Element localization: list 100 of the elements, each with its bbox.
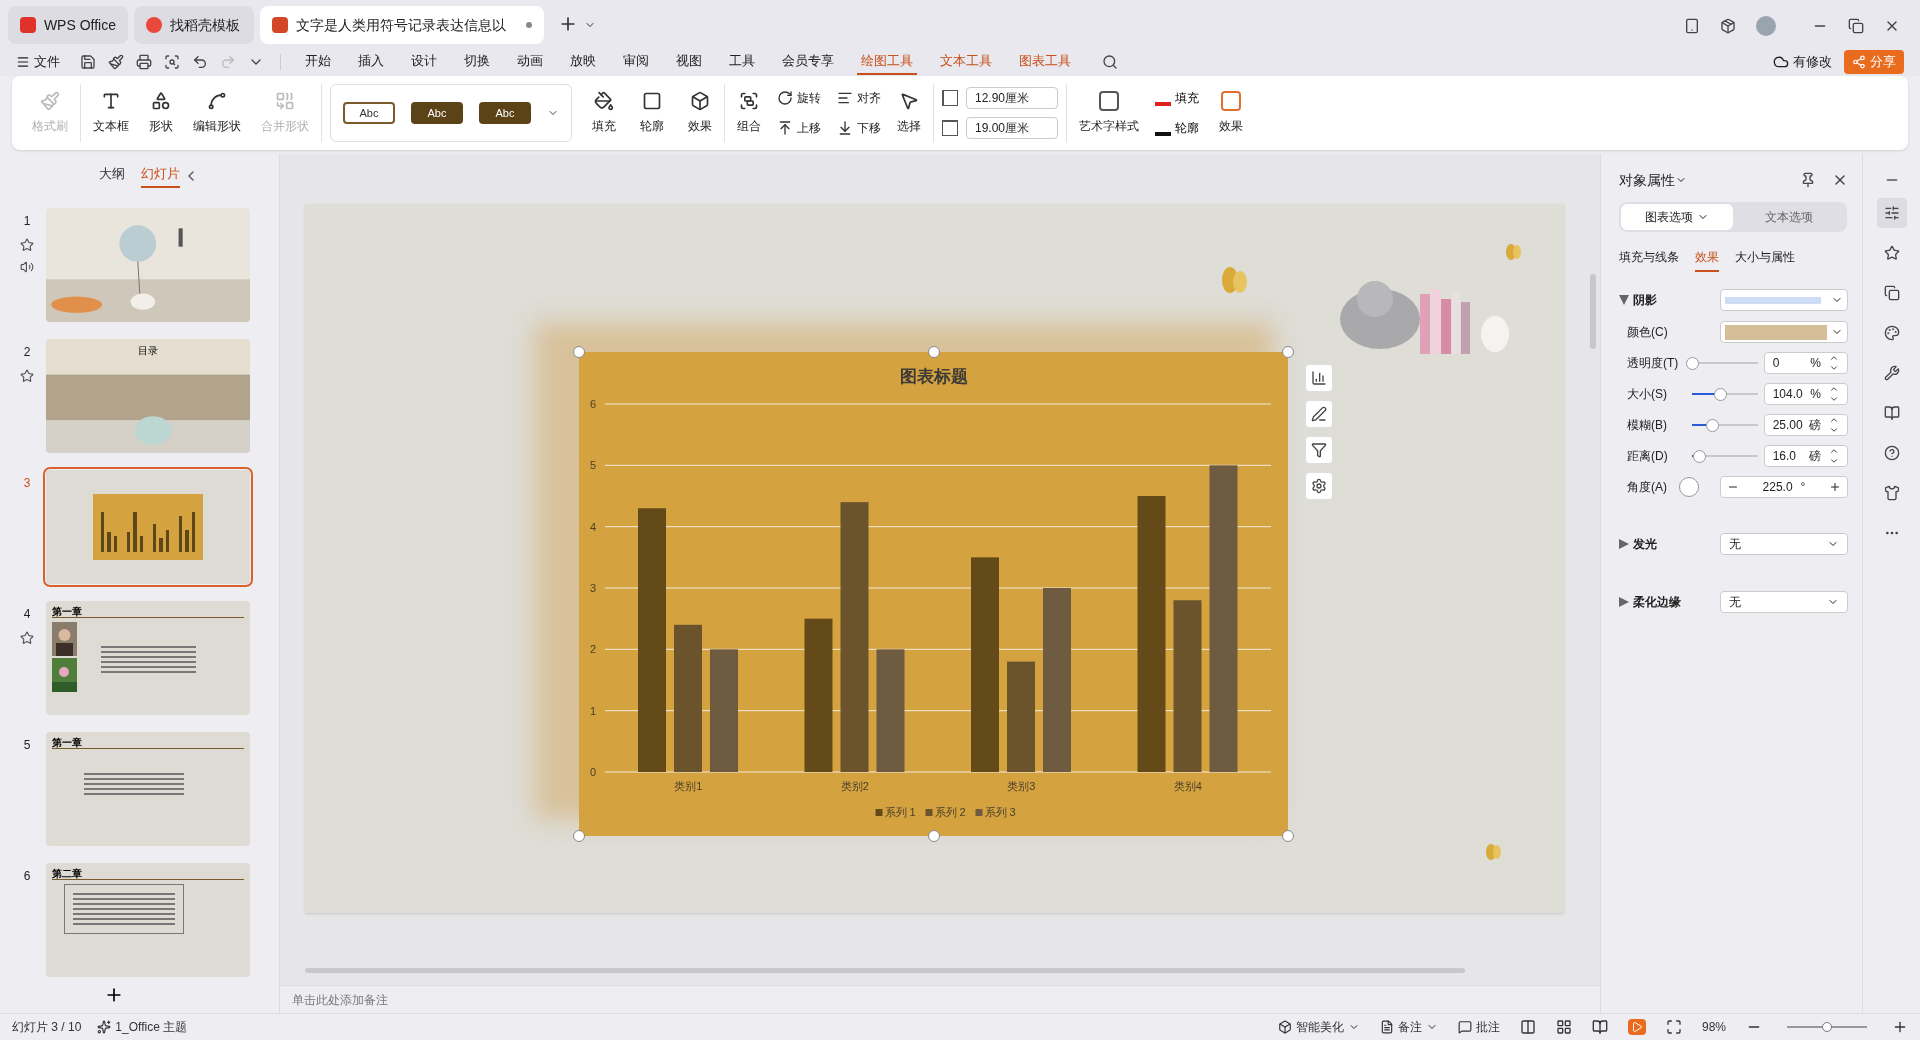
ribbon-tab[interactable]: 审阅 [619, 49, 653, 75]
ribbon-tab[interactable]: 切换 [460, 49, 494, 75]
number-field[interactable]: 0 % [1763, 352, 1848, 374]
save-icon[interactable] [80, 54, 96, 70]
shape-tool-button[interactable]: 形状 [145, 91, 177, 135]
shape-format-button[interactable]: 轮廓 [636, 91, 668, 135]
shape-style-preset[interactable]: Abc [411, 102, 463, 124]
chart-settings-button[interactable] [1305, 472, 1333, 500]
ribbon-tab[interactable]: 会员专享 [778, 49, 838, 75]
slide-thumbnail[interactable]: 第一章 [46, 601, 250, 715]
comments-button[interactable]: 批注 [1457, 1018, 1500, 1036]
ribbon-tab[interactable]: 图表工具 [1015, 49, 1075, 75]
restore-icon[interactable] [1848, 18, 1864, 34]
number-field[interactable]: 25.00 磅 [1763, 414, 1848, 436]
slide-thumbnail[interactable]: 第一章 [46, 732, 250, 846]
theme-button[interactable]: 1_Office 主题 [97, 1018, 188, 1036]
slider-thumb[interactable] [1714, 387, 1728, 401]
ribbon-tab[interactable]: 动画 [513, 49, 547, 75]
vertical-scrollbar[interactable] [1590, 274, 1596, 349]
zoom-slider-thumb[interactable] [1822, 1022, 1832, 1032]
shape-tool-button[interactable]: 文本框 [89, 91, 133, 135]
chart-filter-button[interactable] [1305, 436, 1333, 464]
size-field[interactable]: 12.90厘米 [966, 87, 1058, 109]
number-field[interactable]: 16.0 磅 [1763, 445, 1848, 467]
mode-tab[interactable]: 图表选项 [1621, 204, 1733, 230]
ribbon-tab[interactable]: 视图 [672, 49, 706, 75]
text-fill-button[interactable]: 填充 [1155, 89, 1199, 107]
effect-dropdown[interactable]: 无 [1720, 533, 1848, 555]
chart-title: 图表标题 [899, 367, 968, 386]
text-effect-button[interactable]: 效果 [1215, 91, 1247, 135]
ribbon-tab[interactable]: 开始 [301, 49, 335, 75]
legend-item: 系列 1 [875, 806, 916, 818]
resize-handle[interactable] [1282, 346, 1294, 358]
file-menu[interactable]: 文件 [16, 52, 60, 72]
ribbon-tab[interactable]: 放映 [566, 49, 600, 75]
slider-thumb[interactable] [1686, 356, 1700, 370]
ribbon-tab[interactable]: 设计 [407, 49, 441, 75]
notes-button[interactable]: 备注 [1379, 1018, 1438, 1036]
horizontal-scrollbar[interactable] [305, 968, 1465, 973]
mode-tab[interactable]: 文本选项 [1733, 204, 1845, 230]
resize-handle[interactable] [573, 830, 585, 842]
preview-icon[interactable] [164, 54, 180, 70]
properties-icon-button[interactable] [1876, 198, 1907, 228]
text-outline-button[interactable]: 轮廓 [1155, 119, 1199, 137]
sorter-view-icon[interactable] [1555, 1019, 1572, 1035]
angle-field[interactable]: 225.0 ° [1720, 476, 1848, 498]
panel-tab[interactable]: 大纲 [99, 164, 125, 188]
property-tab[interactable]: 大小与属性 [1735, 248, 1795, 272]
document-tab[interactable]: WPS Office [8, 6, 128, 44]
shape-format-button[interactable]: 效果 [684, 91, 716, 135]
cube-icon[interactable] [1720, 18, 1736, 34]
pin-icon[interactable] [1800, 172, 1816, 188]
notes-placeholder[interactable]: 单击此处添加备注 [292, 990, 388, 1009]
panel-tab[interactable]: 幻灯片 [141, 164, 180, 188]
select-button[interactable]: 选择 [893, 91, 925, 135]
effect-dropdown[interactable]: 无 [1720, 591, 1848, 613]
ribbon-tab[interactable]: 工具 [725, 49, 759, 75]
slide-thumbnail[interactable]: 第二章 [46, 863, 250, 977]
zoom-level[interactable]: 98% [1701, 1018, 1726, 1036]
slide-thumbnail[interactable] [46, 470, 250, 584]
play-button[interactable] [1627, 1019, 1646, 1035]
normal-view-icon[interactable] [1519, 1019, 1536, 1035]
property-tab[interactable]: 填充与线条 [1619, 248, 1679, 272]
brush-icon[interactable] [108, 54, 124, 70]
beautify-button[interactable]: 智能美化 [1277, 1018, 1360, 1036]
document-tab[interactable]: 文字是人类用符号记录表达信息以 [260, 6, 544, 44]
search-icon[interactable] [1102, 54, 1118, 70]
arrange-button[interactable]: 下移 [837, 119, 881, 137]
zoom-in-icon[interactable] [1892, 1019, 1908, 1035]
undo-icon[interactable] [192, 54, 208, 70]
resize-handle[interactable] [1282, 830, 1294, 842]
device-icon[interactable] [1684, 18, 1700, 34]
ribbon-tab[interactable]: 插入 [354, 49, 388, 75]
slider-thumb[interactable] [1693, 449, 1706, 463]
increment-icon[interactable] [1829, 481, 1841, 493]
shape-format-button[interactable]: 填充 [588, 91, 620, 135]
number-field[interactable]: 104.0 % [1763, 383, 1848, 405]
chart-elements-button[interactable] [1305, 364, 1333, 392]
property-tab[interactable]: 效果 [1695, 248, 1719, 272]
group-button[interactable]: 组合 [733, 91, 765, 135]
arrange-button[interactable]: 对齐 [837, 89, 881, 107]
wordart-style-button[interactable]: 艺术字样式 [1075, 91, 1143, 135]
shape-style-preset[interactable]: Abc [343, 102, 395, 124]
fit-icon[interactable] [1665, 1019, 1682, 1035]
document-tab[interactable]: 找稻壳模板 [134, 6, 254, 44]
chart-style-button[interactable] [1305, 400, 1333, 428]
reading-view-icon[interactable] [1591, 1019, 1608, 1035]
legend-label: 系列 1 [884, 806, 916, 818]
slider-thumb[interactable] [1706, 418, 1720, 432]
shape-tool-button[interactable]: 编辑形状 [189, 91, 245, 135]
arrange-button[interactable]: 旋转 [777, 89, 821, 107]
shape-style-preset[interactable]: Abc [479, 102, 531, 124]
paint-bucket-icon [594, 91, 614, 111]
ribbon-tab[interactable]: 文本工具 [936, 49, 996, 75]
changes-button[interactable]: 有修改 [1773, 52, 1832, 72]
arrange-button[interactable]: 上移 [777, 119, 821, 137]
size-field[interactable]: 19.00厘米 [966, 117, 1058, 139]
color-dropdown[interactable] [1720, 321, 1848, 343]
angle-dial[interactable] [1679, 477, 1699, 497]
print-icon[interactable] [136, 54, 152, 70]
